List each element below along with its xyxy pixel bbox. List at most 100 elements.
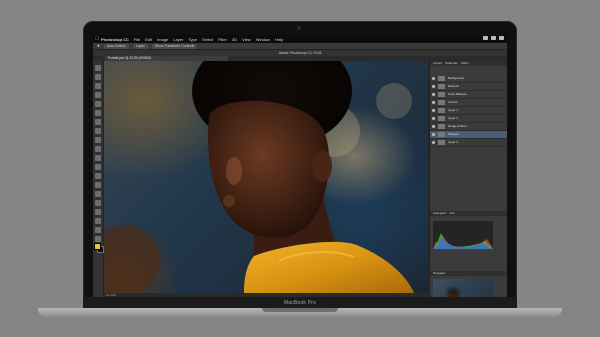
layer-row[interactable]: Dodge & Burn [430,123,507,131]
pen-tool-icon[interactable] [95,191,101,197]
menu-bar:  Photoshop CC File Edit Image Layer Typ… [93,35,507,43]
lasso-tool-icon[interactable] [95,83,101,89]
eye-icon[interactable] [432,85,435,88]
histogram-graph [433,221,493,249]
eye-icon[interactable] [432,125,435,128]
clone-stamp-tool-icon[interactable] [95,137,101,143]
eye-icon[interactable] [432,101,435,104]
layer-name: Layer 2 [448,116,459,120]
menu-item-type[interactable]: Type [188,37,197,42]
gradient-tool-icon[interactable] [95,164,101,170]
layer-row[interactable]: Background [430,75,507,83]
layer-name: Color Balance [448,92,467,96]
eye-icon[interactable] [432,141,435,144]
layer-name: Layer 1 [448,108,459,112]
layer-row[interactable]: Retouch [430,83,507,91]
menu-item-layer[interactable]: Layer [173,37,183,42]
tool-palette [93,61,104,297]
layer-name: Retouch [448,84,460,88]
zoom-tool-icon[interactable] [95,236,101,242]
options-bar: ✥ Auto-Select: Layer Show Transform Cont… [93,43,507,50]
auto-select-label[interactable]: Auto-Select: [103,43,130,49]
macbook-pro:  Photoshop CC File Edit Image Layer Typ… [0,0,600,337]
eyedropper-tool-icon[interactable] [95,110,101,116]
navigator-preview[interactable] [433,279,493,297]
menu-item-select[interactable]: Select [202,37,213,42]
layer-thumbnail [438,124,445,129]
device-brand-label: MacBook Pro [283,300,317,306]
menu-item-window[interactable]: Window [256,37,270,42]
transform-controls-checkbox[interactable]: Show Transform Controls [151,43,198,49]
move-tool-icon[interactable]: ✥ [97,44,100,48]
wifi-icon[interactable] [483,36,488,40]
layer-thumbnail [438,108,445,113]
menu-item-3d[interactable]: 3D [232,37,237,42]
tab-info[interactable]: Info [450,211,455,216]
move-tool-icon[interactable] [95,65,101,71]
layer-name: Curves [448,100,458,104]
eye-icon[interactable] [432,133,435,136]
layer-thumbnail [438,140,445,145]
eye-icon[interactable] [432,93,435,96]
crop-tool-icon[interactable] [95,101,101,107]
eye-icon[interactable] [432,109,435,112]
apple-icon[interactable]:  [93,36,101,42]
layer-thumbnail [438,84,445,89]
eye-icon[interactable] [432,77,435,80]
marquee-tool-icon[interactable] [95,74,101,80]
menu-item-file[interactable]: File [134,37,140,42]
menu-item-filter[interactable]: Filter [218,37,227,42]
layer-name: Dodge & Burn [448,124,467,128]
laptop-lid-notch [262,308,338,312]
foreground-color-swatch[interactable] [94,243,101,250]
search-icon[interactable] [499,36,504,40]
tab-paths[interactable]: Paths [461,61,469,66]
navigator-panel-tabs: Navigator [430,271,507,276]
auto-select-dropdown[interactable]: Layer [133,43,148,49]
blur-tool-icon[interactable] [95,173,101,179]
hand-tool-icon[interactable] [95,227,101,233]
tab-histogram[interactable]: Histogram [433,211,447,216]
tab-navigator[interactable]: Navigator [433,271,446,276]
panels-dock: Layers Channels Paths Background Retouch… [429,61,507,297]
layer-name: Layer 0 [448,140,459,144]
layer-thumbnail [438,92,445,97]
layer-thumbnail [438,76,445,81]
healing-brush-tool-icon[interactable] [95,119,101,125]
layer-row[interactable]: Color Balance [430,91,507,99]
histogram-panel-tabs: Histogram Info [430,211,507,216]
type-tool-icon[interactable] [95,200,101,206]
layer-row[interactable]: Layer 0 [430,139,507,147]
battery-icon[interactable] [491,36,496,40]
brush-tool-icon[interactable] [95,128,101,134]
tab-channels[interactable]: Channels [445,61,458,66]
layer-thumbnail [438,116,445,121]
shape-tool-icon[interactable] [95,218,101,224]
screen:  Photoshop CC File Edit Image Layer Typ… [93,35,507,297]
layer-name: Sharpen [448,132,460,136]
menu-item-help[interactable]: Help [275,37,283,42]
eye-icon[interactable] [432,117,435,120]
layer-thumbnail [438,100,445,105]
menu-item-edit[interactable]: Edit [145,37,152,42]
image-canvas[interactable] [104,61,428,293]
portrait-photo [104,61,414,293]
menu-item-image[interactable]: Image [157,37,168,42]
layer-row[interactable]: Layer 1 [430,107,507,115]
history-brush-tool-icon[interactable] [95,146,101,152]
layer-row-selected[interactable]: Sharpen [430,131,507,139]
quick-select-tool-icon[interactable] [95,92,101,98]
tab-layers[interactable]: Layers [433,61,442,66]
layers-panel-tabs: Layers Channels Paths [430,61,507,66]
path-select-tool-icon[interactable] [95,209,101,215]
dodge-tool-icon[interactable] [95,182,101,188]
layer-thumbnail [438,132,445,137]
layer-row[interactable]: Curves [430,99,507,107]
camera-icon [297,26,301,30]
menu-app-name[interactable]: Photoshop CC [101,37,129,42]
menu-item-view[interactable]: View [242,37,251,42]
eraser-tool-icon[interactable] [95,155,101,161]
layer-name: Background [448,76,465,80]
layer-row[interactable]: Layer 2 [430,115,507,123]
status-icons [483,36,504,40]
